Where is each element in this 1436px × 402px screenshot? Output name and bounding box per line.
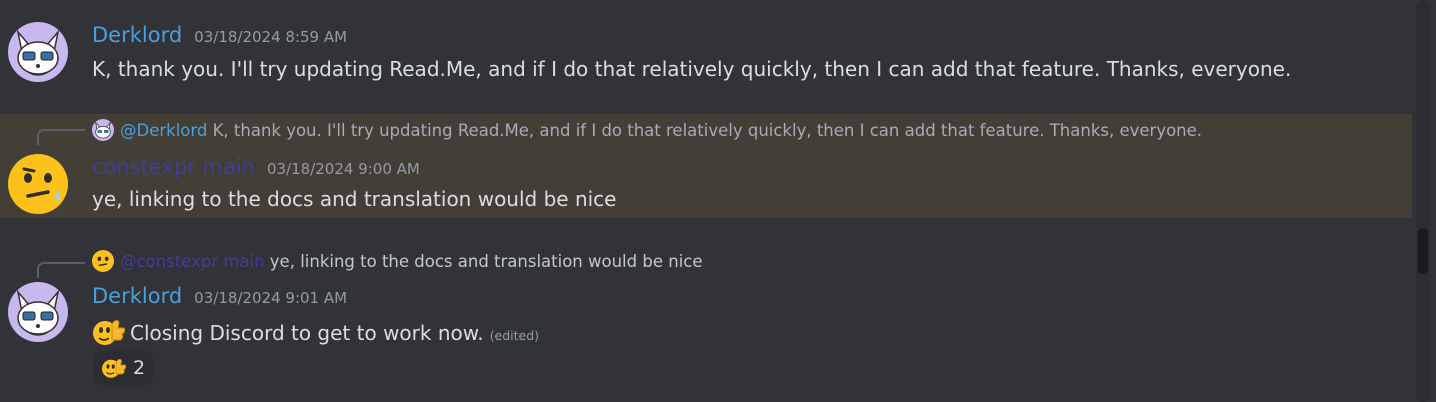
avatar[interactable] — [8, 154, 68, 214]
scrollbar-track[interactable] — [1416, 0, 1430, 402]
reaction-count: 2 — [133, 357, 146, 379]
avatar[interactable] — [8, 282, 68, 342]
message-content: Closing Discord to get to work now. — [130, 321, 484, 345]
reply-preview[interactable]: @Derklord K, thank you. I'll try updatin… — [92, 119, 1202, 141]
thumbs-up-face-emoji-icon — [102, 358, 127, 378]
reaction-button[interactable]: 2 — [93, 351, 154, 385]
scrollbar-thumb[interactable] — [1418, 228, 1428, 274]
message-highlighted: @Derklord K, thank you. I'll try updatin… — [0, 114, 1412, 218]
reply-text: K, thank you. I'll try updating Read.Me,… — [212, 121, 1203, 140]
message-header: Derklord 03/18/2024 8:59 AM — [92, 23, 347, 47]
timestamp[interactable]: 03/18/2024 9:01 AM — [194, 289, 347, 307]
reply-avatar-icon — [92, 250, 114, 272]
message-header: Derklord 03/18/2024 9:01 AM — [92, 284, 347, 308]
message-content-row: Closing Discord to get to work now. (edit… — [92, 316, 539, 348]
timestamp[interactable]: 03/18/2024 9:00 AM — [267, 160, 420, 178]
edited-label: (edited) — [489, 328, 540, 343]
avatar[interactable] — [8, 22, 68, 82]
cat-avatar-icon — [8, 282, 68, 342]
timestamp[interactable]: 03/18/2024 8:59 AM — [194, 28, 347, 46]
reply-spine — [37, 262, 85, 278]
author-name[interactable]: constexpr main — [92, 155, 255, 179]
neutral-face-emoji-icon — [8, 154, 68, 214]
reply-preview[interactable]: @constexpr main ye, linking to the docs … — [92, 250, 703, 272]
author-name[interactable]: Derklord — [92, 23, 182, 47]
thumbs-up-face-emoji-icon — [93, 319, 126, 345]
author-name[interactable]: Derklord — [92, 284, 182, 308]
reply-mention[interactable]: @Derklord — [120, 121, 207, 140]
message: @constexpr main ye, linking to the docs … — [0, 236, 1412, 402]
message-header: constexpr main 03/18/2024 9:00 AM — [92, 155, 420, 179]
message-content: K, thank you. I'll try updating Read.Me,… — [92, 57, 1292, 81]
cat-avatar-icon — [8, 22, 68, 82]
reply-avatar-icon — [92, 119, 114, 141]
reply-text: ye, linking to the docs and translation … — [269, 252, 703, 271]
reply-mention[interactable]: @constexpr main — [120, 252, 265, 271]
message-content: ye, linking to the docs and translation … — [92, 187, 617, 211]
reply-spine — [37, 129, 85, 145]
message: Derklord 03/18/2024 8:59 AM K, thank you.… — [0, 0, 1412, 110]
